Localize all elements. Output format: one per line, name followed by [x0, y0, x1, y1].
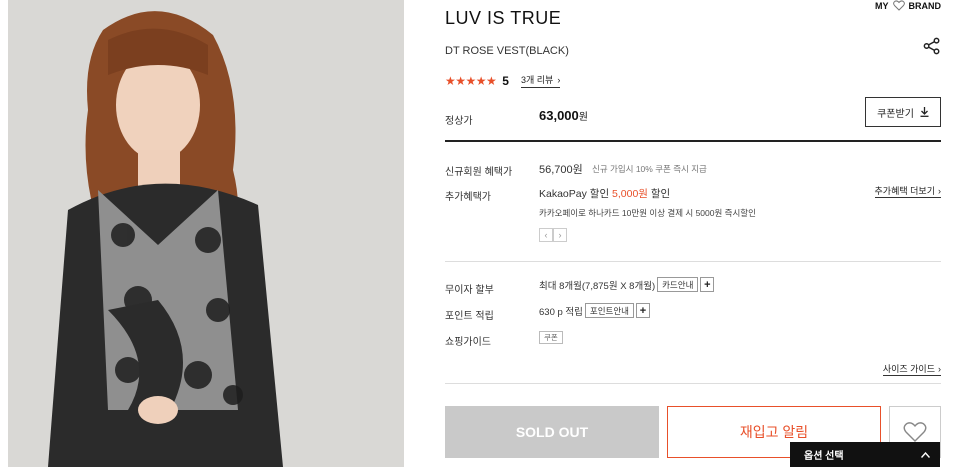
divider [445, 261, 941, 262]
installment-label: 무이자 할부 [445, 285, 494, 296]
brand-name[interactable]: LUV IS TRUE [445, 8, 561, 29]
points-label: 포인트 적립 [445, 311, 494, 322]
size-guide-label: 사이즈 가이드 [882, 364, 935, 374]
rating-row: ★★★★★ 5 3개 리뷰 › [445, 73, 561, 88]
points-info-expand-button[interactable]: + [636, 303, 651, 318]
points-row: 630 p 적립 포인트안내 + [539, 303, 651, 318]
pager-next-button[interactable]: › [553, 228, 567, 242]
installment-row: 최대 8개월(7,875원 X 8개월) 카드안내 + [539, 277, 715, 292]
review-link-label: 3개 리뷰 [520, 75, 554, 85]
coupon-tag[interactable]: 쿠폰 [539, 331, 563, 344]
my-brand-suffix: BRAND [908, 0, 942, 11]
rating-score: 5 [502, 73, 509, 88]
shopping-guide-label: 쇼핑가이드 [445, 337, 491, 348]
size-guide-link[interactable]: 사이즈 가이드 › [882, 362, 941, 376]
points-info-button[interactable]: 포인트안내 [584, 303, 635, 318]
option-select-label: 옵션 선택 [804, 451, 844, 462]
share-icon[interactable] [923, 37, 941, 55]
more-benefits-link[interactable]: 추가혜택 더보기 › [874, 184, 941, 198]
chevron-right-icon: › [938, 363, 941, 374]
product-name: DT ROSE VEST(BLACK) [445, 45, 569, 57]
sold-out-button[interactable]: SOLD OUT [445, 406, 659, 458]
kakao-discount-amount: 5,000원 [612, 188, 648, 200]
more-benefits-label: 추가혜택 더보기 [874, 186, 935, 196]
chevron-right-icon: › [557, 74, 561, 85]
coupon-download-button[interactable]: 쿠폰받기 [865, 97, 941, 127]
product-image [8, 0, 404, 467]
divider [445, 383, 941, 384]
my-brand-prefix: MY [875, 0, 889, 11]
divider [445, 140, 941, 142]
download-icon [920, 107, 929, 117]
pager-prev-button[interactable]: ‹ [539, 228, 553, 242]
price-amount: 63,000 [539, 108, 579, 123]
card-info-expand-button[interactable]: + [700, 277, 715, 292]
points-text: 630 p 적립 [539, 306, 583, 318]
heart-icon [892, 0, 905, 11]
kakaopay-description: 카카오페이로 하나카드 10만원 이상 결제 시 5000원 즉시할인 [539, 208, 756, 218]
new-member-price: 56,700원 [539, 164, 583, 176]
chevron-right-icon: › [938, 185, 941, 196]
regular-price: 63,000원 [539, 108, 588, 123]
coupon-button-label: 쿠폰받기 [877, 108, 914, 120]
my-brand-toggle[interactable]: MY BRAND [875, 0, 941, 11]
review-link[interactable]: 3개 리뷰 › [520, 73, 561, 88]
kakao-prefix: KakaoPay 할인 [539, 188, 613, 200]
extra-benefit-label: 추가혜택가 [445, 192, 491, 203]
new-member-note: 신규 가입시 10% 쿠폰 즉시 지급 [592, 164, 707, 174]
option-select-bar[interactable]: 옵션 선택 [790, 442, 940, 467]
heart-icon [903, 422, 927, 442]
regular-price-label: 정상가 [445, 116, 473, 127]
card-info-button[interactable]: 카드안내 [657, 277, 699, 292]
new-member-label: 신규회원 혜택가 [445, 167, 513, 178]
kakaopay-benefit: KakaoPay 할인 5,000원 할인 [539, 186, 670, 201]
product-info-panel: LUV IS TRUE MY BRAND DT ROSE VEST(BLACK)… [445, 0, 945, 467]
price-unit: 원 [578, 112, 588, 123]
benefit-pager: ‹ › [539, 228, 567, 242]
star-rating: ★★★★★ [445, 73, 497, 88]
installment-text: 최대 8개월(7,875원 X 8개월) [539, 280, 656, 292]
chevron-up-icon [921, 451, 930, 458]
kakao-suffix: 할인 [647, 188, 671, 200]
